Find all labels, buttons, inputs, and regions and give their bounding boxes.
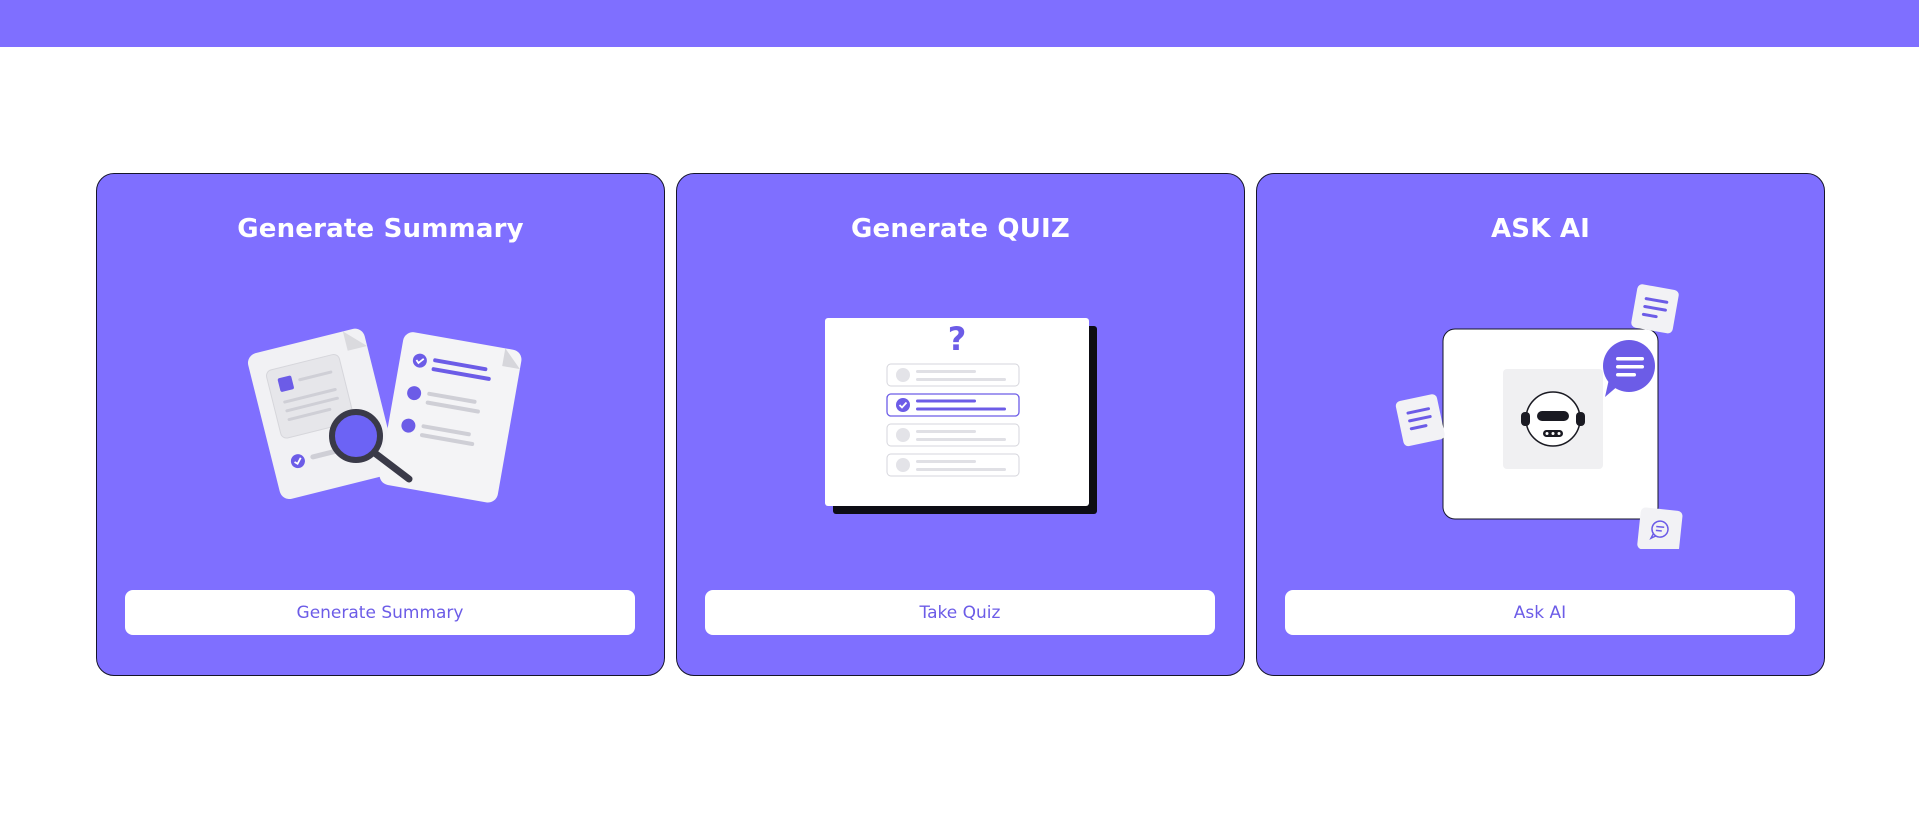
generate-summary-button[interactable]: Generate Summary [125,590,635,635]
svg-text:?: ? [947,320,966,358]
ask-ai-button[interactable]: Ask AI [1285,590,1795,635]
documents-magnifier-icon [247,328,521,503]
ask-ai-illustration [1257,279,1824,549]
summary-illustration [97,279,664,549]
quiz-card: Generate QUIZ ? Take Quiz [676,173,1245,676]
summary-card-title: Generate Summary [237,214,524,244]
quiz-card-title: Generate QUIZ [851,214,1070,244]
ask-ai-card: ASK AI Ask AI [1256,173,1825,676]
summary-card: Generate Summary Generate Summary [96,173,665,676]
ai-robot-chat-icon [1395,284,1682,549]
feature-cards: Generate Summary Generate Summary Genera… [96,173,1825,676]
top-header-bar [0,0,1919,47]
ask-ai-card-title: ASK AI [1490,214,1591,244]
take-quiz-button[interactable]: Take Quiz [705,590,1215,635]
quiz-checklist-icon: ? [824,318,1097,514]
quiz-illustration: ? [677,279,1244,549]
